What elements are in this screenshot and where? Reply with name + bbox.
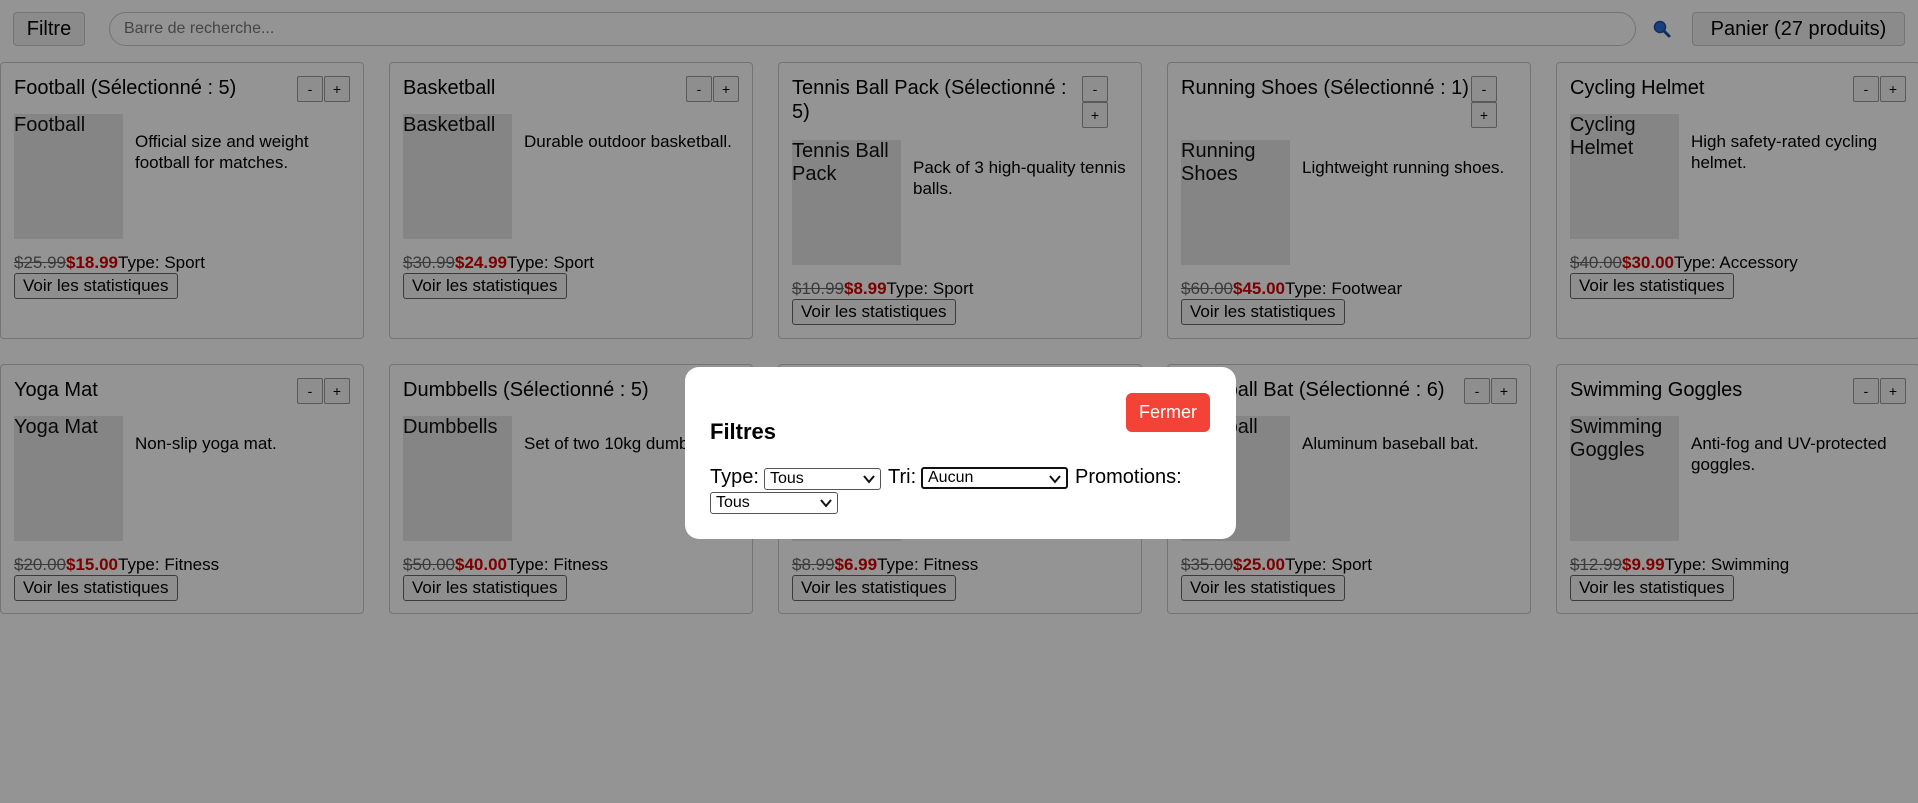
modal-title: Filtres — [710, 419, 777, 444]
chevron-down-icon — [1049, 475, 1061, 484]
close-button[interactable]: Fermer — [1126, 393, 1210, 432]
sort-select-value: Aucun — [928, 469, 974, 486]
type-select-value: Tous — [770, 470, 804, 487]
type-label: Type: — [710, 466, 759, 488]
sort-label: Tri: — [888, 466, 917, 488]
sort-select[interactable]: Aucun — [921, 467, 1068, 489]
promotions-label: Promotions: — [1075, 466, 1182, 488]
chevron-down-icon — [820, 499, 832, 508]
filter-modal: Filtres Fermer Type: Tous Tri: Aucun Pro… — [685, 367, 1236, 539]
chevron-down-icon — [863, 475, 875, 484]
promotions-select[interactable]: Tous — [710, 492, 838, 514]
promotions-select-value: Tous — [716, 494, 750, 511]
type-select[interactable]: Tous — [764, 468, 881, 490]
